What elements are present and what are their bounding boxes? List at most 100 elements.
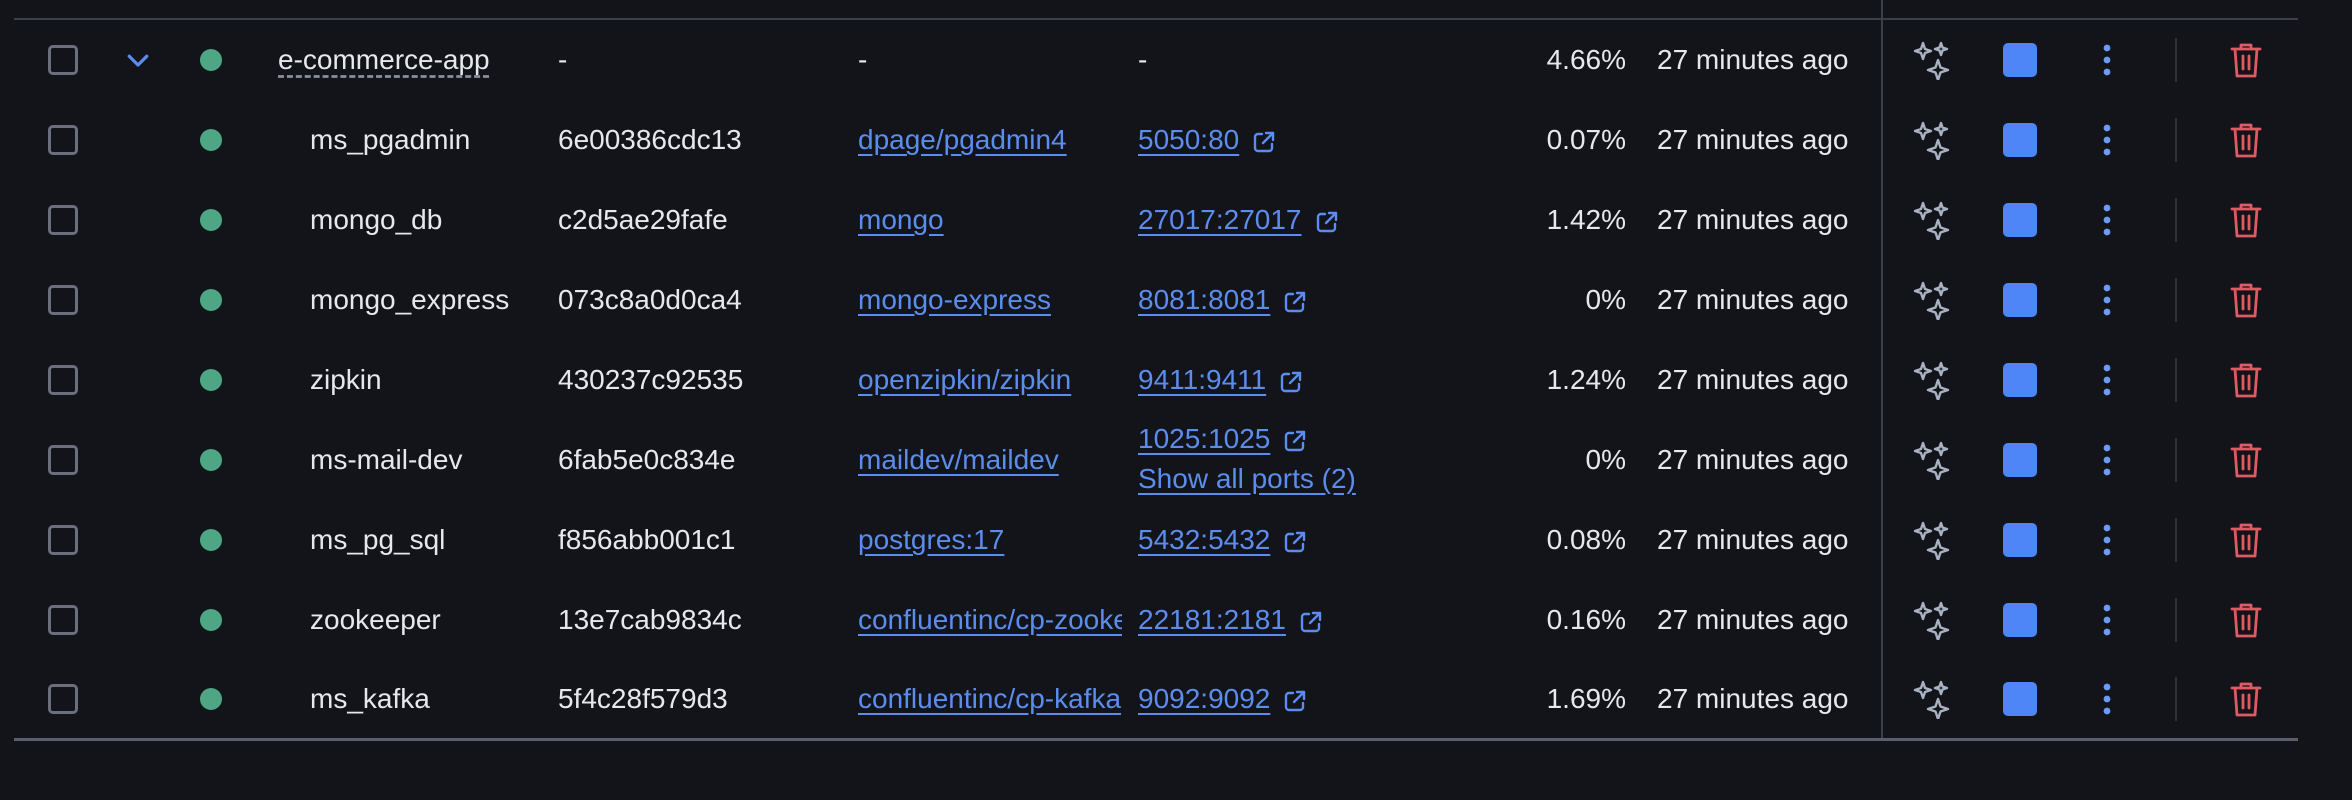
stop-icon[interactable] <box>2003 682 2037 716</box>
more-vertical-icon[interactable] <box>2097 520 2117 560</box>
row-checkbox[interactable] <box>48 285 78 315</box>
cpu-usage: 0.07% <box>1546 124 1626 155</box>
stop-icon[interactable] <box>2003 203 2037 237</box>
sparkles-icon[interactable] <box>1912 200 1952 240</box>
table-top-divider <box>14 18 2298 20</box>
trash-icon[interactable] <box>2228 440 2264 480</box>
port-link[interactable]: 9092:9092 <box>1138 683 1270 714</box>
last-started: 27 minutes ago <box>1657 604 1849 635</box>
more-vertical-icon[interactable] <box>2097 40 2117 80</box>
trash-icon[interactable] <box>2228 520 2264 560</box>
sparkles-icon[interactable] <box>1912 520 1952 560</box>
external-link-icon[interactable] <box>1282 529 1308 555</box>
more-vertical-icon[interactable] <box>2097 280 2117 320</box>
container-name: zipkin <box>310 364 382 395</box>
sparkles-icon[interactable] <box>1912 679 1952 719</box>
port-link[interactable]: 9411:9411 <box>1138 364 1266 395</box>
stop-icon[interactable] <box>2003 283 2037 317</box>
stop-icon[interactable] <box>2003 603 2037 637</box>
sparkles-icon[interactable] <box>1912 440 1952 480</box>
stop-icon[interactable] <box>2003 363 2037 397</box>
container-row[interactable]: ms_kafka 5f4c28f579d3 confluentinc/cp-ka… <box>0 677 2352 721</box>
more-vertical-icon[interactable] <box>2097 440 2117 480</box>
chevron-down-icon[interactable] <box>123 45 153 75</box>
external-link-icon[interactable] <box>1282 428 1308 454</box>
running-status-dot-icon <box>200 369 222 391</box>
external-link-icon[interactable] <box>1282 289 1308 315</box>
container-row[interactable]: zookeeper 13e7cab9834c confluentinc/cp-z… <box>0 598 2352 642</box>
container-name: ms-mail-dev <box>310 444 463 475</box>
row-checkbox[interactable] <box>48 45 78 75</box>
last-started: 27 minutes ago <box>1657 284 1849 315</box>
stop-icon[interactable] <box>2003 523 2037 557</box>
port-link[interactable]: 27017:27017 <box>1138 204 1302 235</box>
port-link[interactable]: 22181:2181 <box>1138 604 1286 635</box>
container-row[interactable]: zipkin 430237c92535 openzipkin/zipkin 94… <box>0 358 2352 402</box>
port-link[interactable]: 1025:1025 <box>1138 423 1270 454</box>
more-vertical-icon[interactable] <box>2097 120 2117 160</box>
image-link[interactable]: openzipkin/zipkin <box>858 364 1122 396</box>
port-link[interactable]: 8081:8081 <box>1138 284 1270 315</box>
image-link[interactable]: maildev/maildev <box>858 444 1122 476</box>
container-row[interactable]: ms_pgadmin 6e00386cdc13 dpage/pgadmin4 5… <box>0 118 2352 162</box>
port-link[interactable]: 5432:5432 <box>1138 524 1270 555</box>
trash-icon[interactable] <box>2228 280 2264 320</box>
row-checkbox[interactable] <box>48 365 78 395</box>
external-link-icon[interactable] <box>1298 609 1324 635</box>
image-link[interactable]: dpage/pgadmin4 <box>858 124 1122 156</box>
row-checkbox[interactable] <box>48 605 78 635</box>
ports: 9411:9411 <box>1138 364 1304 396</box>
group-name[interactable]: e-commerce-app <box>278 44 490 76</box>
external-link-icon[interactable] <box>1314 209 1340 235</box>
container-id: 5f4c28f579d3 <box>558 683 728 714</box>
last-started: 27 minutes ago <box>1657 44 1849 75</box>
more-vertical-icon[interactable] <box>2097 679 2117 719</box>
more-vertical-icon[interactable] <box>2097 200 2117 240</box>
image-link[interactable]: postgres:17 <box>858 524 1122 556</box>
group-row[interactable]: e-commerce-app - - - 4.66% 27 minutes ag… <box>0 38 2352 82</box>
external-link-icon[interactable] <box>1278 369 1304 395</box>
container-row[interactable]: mongo_express 073c8a0d0ca4 mongo-express… <box>0 278 2352 322</box>
container-row[interactable]: mongo_db c2d5ae29fafe mongo 27017:27017 … <box>0 198 2352 242</box>
sparkles-icon[interactable] <box>1912 600 1952 640</box>
sparkles-icon[interactable] <box>1912 40 1952 80</box>
running-status-dot-icon <box>200 129 222 151</box>
action-separator <box>2175 358 2177 402</box>
trash-icon[interactable] <box>2228 120 2264 160</box>
sparkles-icon[interactable] <box>1912 280 1952 320</box>
image-link[interactable]: confluentinc/cp-kafka <box>858 683 1122 715</box>
ports: 22181:2181 <box>1138 604 1324 636</box>
container-row[interactable]: ms_pg_sql f856abb001c1 postgres:17 5432:… <box>0 518 2352 562</box>
external-link-icon[interactable] <box>1282 688 1308 714</box>
external-link-icon[interactable] <box>1251 129 1277 155</box>
trash-icon[interactable] <box>2228 360 2264 400</box>
container-id: f856abb001c1 <box>558 524 736 555</box>
stop-icon[interactable] <box>2003 443 2037 477</box>
image-link[interactable]: mongo <box>858 204 1122 236</box>
ports: 8081:8081 <box>1138 284 1308 316</box>
action-separator <box>2175 38 2177 82</box>
trash-icon[interactable] <box>2228 679 2264 719</box>
image-link[interactable]: confluentinc/cp-zookeeper <box>858 604 1122 636</box>
container-row[interactable]: ms-mail-dev 6fab5e0c834e maildev/maildev… <box>0 423 2352 494</box>
stop-icon[interactable] <box>2003 43 2037 77</box>
show-all-ports-link[interactable]: Show all ports (2) <box>1138 463 1356 495</box>
trash-icon[interactable] <box>2228 40 2264 80</box>
container-id: 6e00386cdc13 <box>558 124 742 155</box>
row-checkbox[interactable] <box>48 205 78 235</box>
row-checkbox[interactable] <box>48 125 78 155</box>
trash-icon[interactable] <box>2228 600 2264 640</box>
stop-icon[interactable] <box>2003 123 2037 157</box>
row-checkbox[interactable] <box>48 445 78 475</box>
sparkles-icon[interactable] <box>1912 120 1952 160</box>
more-vertical-icon[interactable] <box>2097 360 2117 400</box>
row-checkbox[interactable] <box>48 684 78 714</box>
image-link[interactable]: mongo-express <box>858 284 1122 316</box>
sparkles-icon[interactable] <box>1912 360 1952 400</box>
row-checkbox[interactable] <box>48 525 78 555</box>
port-link[interactable]: 5050:80 <box>1138 124 1239 155</box>
trash-icon[interactable] <box>2228 200 2264 240</box>
ports: 5432:5432 <box>1138 524 1308 556</box>
container-id: 073c8a0d0ca4 <box>558 284 742 315</box>
more-vertical-icon[interactable] <box>2097 600 2117 640</box>
